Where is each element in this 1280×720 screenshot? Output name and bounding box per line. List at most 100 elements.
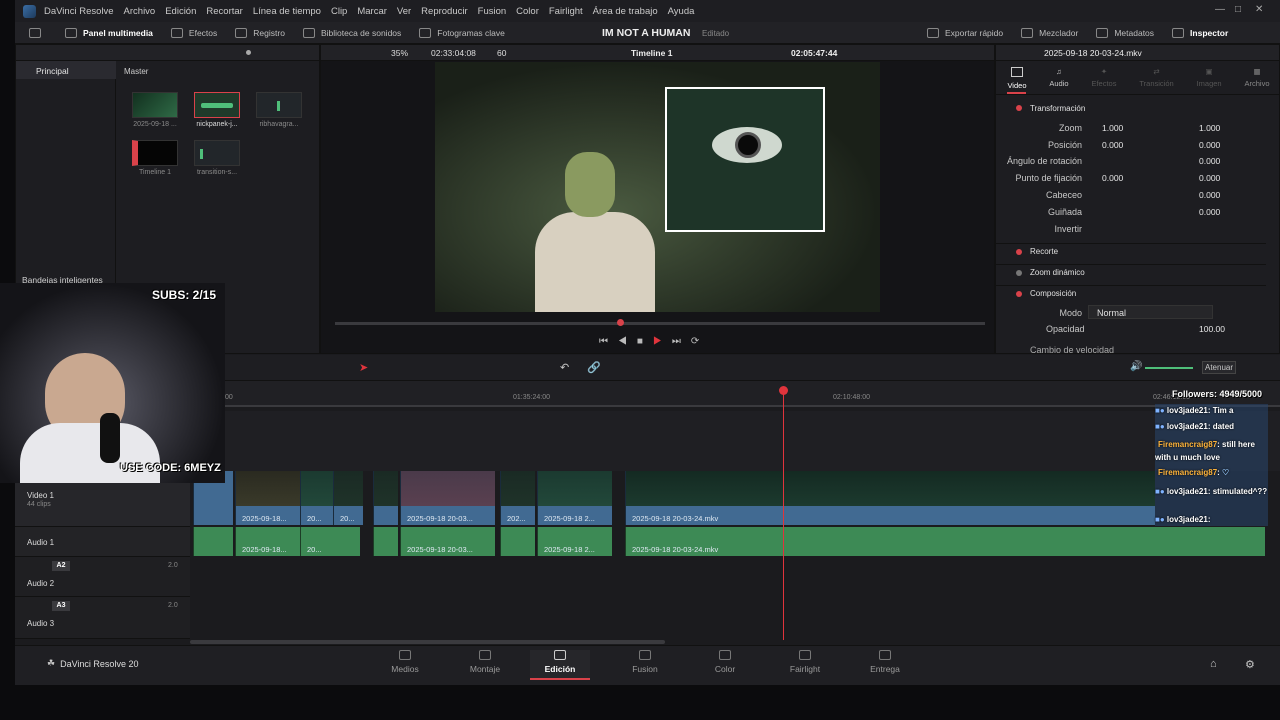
page-fusion[interactable]: Fusion	[615, 650, 675, 674]
page-edit[interactable]: Edición	[530, 650, 590, 680]
viewer-scrubber[interactable]	[335, 319, 985, 326]
stop-icon[interactable]: ■	[637, 336, 653, 347]
audio-clip-main[interactable]: 2025-09-18 20-03-24.mkv	[625, 527, 1265, 556]
step-back-icon[interactable]: ◀	[618, 336, 637, 347]
video-clip[interactable]	[373, 471, 398, 525]
anchor-x-value[interactable]: 0.000	[1102, 173, 1123, 183]
transform-section[interactable]: Transformación	[996, 100, 1266, 116]
transform-enabled-icon[interactable]	[1016, 105, 1022, 111]
home-icon[interactable]: ⌂	[1210, 658, 1217, 670]
volume-icon[interactable]: 🔊	[1130, 361, 1142, 372]
anchor-y-value[interactable]: 0.000	[1199, 173, 1220, 183]
menu-marcar[interactable]: Marcar	[357, 6, 387, 17]
scrubber-handle[interactable]	[617, 319, 624, 326]
sound-library-button[interactable]: Biblioteca de sonidos	[302, 27, 401, 38]
skip-start-icon[interactable]: ⏮	[599, 336, 618, 347]
metadata-button[interactable]: Metadatos	[1096, 28, 1154, 38]
tab-audio[interactable]: ♫ Audio	[1049, 63, 1068, 94]
audio-clip[interactable]	[373, 527, 398, 556]
menu-reproducir[interactable]: Reproducir	[421, 6, 467, 17]
position-x-value[interactable]: 0.000	[1102, 140, 1123, 150]
audio-2-badge[interactable]: A2	[52, 561, 70, 571]
maximize-icon[interactable]: □	[1235, 4, 1241, 15]
tab-transition[interactable]: ⇄ Transición	[1139, 63, 1173, 94]
menu-area-de-trabajo[interactable]: Área de trabajo	[593, 6, 658, 17]
track-header-audio-2[interactable]: A2 2.0 Audio 2	[15, 557, 190, 597]
video-clip[interactable]: 20...	[333, 471, 363, 525]
edit-index-button[interactable]: Registro	[235, 27, 285, 38]
menu-recortar[interactable]: Recortar	[206, 6, 242, 17]
tab-video[interactable]: Video	[1007, 63, 1027, 94]
menu-edicion[interactable]: Edición	[165, 6, 196, 17]
rotation-value[interactable]: 0.000	[1199, 156, 1220, 166]
position-y-value[interactable]: 0.000	[1199, 140, 1220, 150]
effects-button[interactable]: Efectos	[170, 27, 217, 38]
audio-clip-thumb-2[interactable]	[256, 92, 302, 118]
tab-file[interactable]: ▦ Archivo	[1245, 63, 1270, 94]
menu-fairlight[interactable]: Fairlight	[549, 6, 583, 17]
dynamic-zoom-section[interactable]: Zoom dinámico	[996, 264, 1266, 280]
dynamic-zoom-icon[interactable]	[1016, 269, 1022, 276]
minimize-icon[interactable]: —	[1215, 4, 1225, 15]
transition-clip-thumb[interactable]	[194, 140, 240, 166]
keyframes-button[interactable]: Fotogramas clave	[419, 27, 505, 38]
timeline-ruler[interactable]: 00 01:35:24:00 02:10:48:00 02:46:12:00	[190, 381, 1280, 407]
settings-gear-icon[interactable]: ⚙	[1245, 658, 1255, 671]
crop-enabled-icon[interactable]	[1016, 248, 1022, 255]
audio-clip[interactable]: 20...	[300, 527, 360, 556]
page-deliver[interactable]: Entrega	[855, 650, 915, 674]
mixer-button[interactable]: Mezclador	[1021, 28, 1078, 38]
zoom-x-value[interactable]: 1.000	[1102, 123, 1123, 133]
timeline-name[interactable]: Timeline 1	[631, 48, 672, 58]
audio-3-badge[interactable]: A3	[52, 601, 70, 611]
inspector-button[interactable]: Inspector	[1172, 28, 1228, 38]
media-clip-thumb[interactable]	[132, 92, 178, 118]
menu-color[interactable]: Color	[516, 6, 539, 17]
audio-clip-thumb-selected[interactable]	[194, 92, 240, 118]
video-clip[interactable]: 2025-09-18 20-03...	[400, 471, 495, 525]
mute-button[interactable]: Atenuar	[1202, 361, 1236, 374]
quick-export-button[interactable]: Exportar rápido	[927, 28, 1003, 38]
viewer-zoom[interactable]: 35%	[391, 48, 408, 58]
close-icon[interactable]: ✕	[1255, 4, 1263, 15]
composite-enabled-icon[interactable]	[1016, 290, 1022, 297]
skip-end-icon[interactable]: ⏭	[672, 336, 691, 347]
menu-archivo[interactable]: Archivo	[124, 6, 156, 17]
pitch-value[interactable]: 0.000	[1199, 190, 1220, 200]
track-header-audio-1[interactable]: Audio 1	[15, 527, 190, 557]
volume-slider[interactable]	[1145, 367, 1193, 369]
blend-mode-select[interactable]: Normal	[1088, 305, 1213, 319]
page-fairlight[interactable]: Fairlight	[775, 650, 835, 674]
playhead[interactable]	[783, 390, 784, 640]
video-clip-main[interactable]: 2025-09-18 20-03-24.mkv	[625, 471, 1155, 525]
workspace-toggle-icon[interactable]	[29, 27, 41, 38]
tab-image[interactable]: ▣ Imagen	[1197, 63, 1222, 94]
viewer-video-frame[interactable]	[435, 62, 880, 312]
menu-linea-de-tiempo[interactable]: Línea de tiempo	[253, 6, 321, 17]
menu-ver[interactable]: Ver	[397, 6, 411, 17]
playhead-handle[interactable]	[779, 386, 788, 395]
timeline-thumb[interactable]	[132, 140, 178, 166]
page-cut[interactable]: Montaje	[455, 650, 515, 674]
timeline-scrollbar[interactable]	[190, 640, 665, 644]
loop-icon[interactable]: ⟳	[691, 336, 709, 347]
tab-effects[interactable]: ✦ Efectos	[1091, 63, 1116, 94]
play-icon[interactable]: ▶	[653, 336, 672, 347]
page-media[interactable]: Medios	[375, 650, 435, 674]
page-color[interactable]: Color	[695, 650, 755, 674]
composite-section[interactable]: Composición	[996, 285, 1266, 301]
menu-clip[interactable]: Clip	[331, 6, 347, 17]
video-clip[interactable]: 202...	[500, 471, 535, 525]
thumb-size-slider[interactable]	[246, 50, 251, 55]
menu-ayuda[interactable]: Ayuda	[668, 6, 695, 17]
menu-fusion[interactable]: Fusion	[478, 6, 507, 17]
video-clip[interactable]: 2025-09-18 2...	[537, 471, 612, 525]
selection-tool-icon[interactable]: ➤	[359, 361, 368, 374]
audio-clip[interactable]	[500, 527, 535, 556]
audio-clip[interactable]: 2025-09-18 2...	[537, 527, 612, 556]
speed-section[interactable]: Cambio de velocidad	[1030, 345, 1114, 353]
track-header-audio-3[interactable]: A3 2.0 Audio 3	[15, 597, 190, 639]
opacity-value[interactable]: 100.00	[1199, 324, 1225, 334]
link-icon[interactable]: 🔗	[587, 361, 601, 374]
snap-icon[interactable]: ↶	[560, 361, 569, 374]
